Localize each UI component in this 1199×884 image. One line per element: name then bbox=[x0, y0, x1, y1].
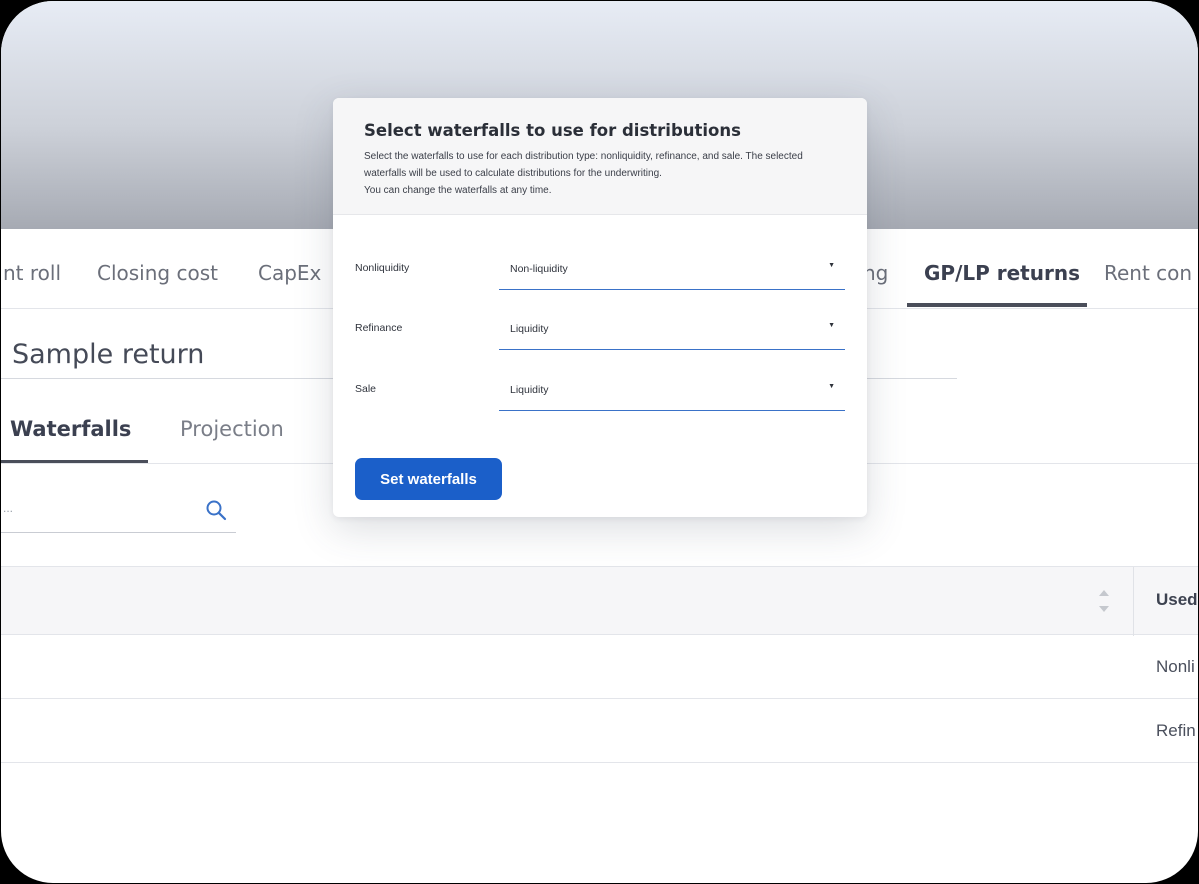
table-row[interactable]: Refin bbox=[1, 699, 1198, 763]
field-refinance: Refinance Liquidity ▼ bbox=[333, 310, 867, 350]
field-sale: Sale Liquidity ▼ bbox=[333, 371, 867, 411]
tab-rent-comps[interactable]: Rent con bbox=[1104, 261, 1192, 285]
sort-icon[interactable] bbox=[1098, 585, 1110, 622]
column-header-used[interactable]: Used bbox=[1156, 590, 1198, 610]
app-frame: nt roll Closing cost CapEx ng GP/LP retu… bbox=[1, 1, 1198, 883]
caret-down-icon: ▼ bbox=[828, 322, 835, 329]
select-value: Non-liquidity bbox=[510, 263, 568, 275]
tab-gp-lp-returns[interactable]: GP/LP returns bbox=[924, 261, 1080, 285]
page-title: Sample return bbox=[12, 339, 205, 370]
cell-used: Nonli bbox=[1156, 657, 1195, 676]
cell-used: Refin bbox=[1156, 721, 1196, 740]
tab-projection[interactable]: Projection bbox=[180, 417, 284, 441]
caret-down-icon: ▼ bbox=[828, 262, 835, 269]
dialog-description-note: You can change the waterfalls at any tim… bbox=[364, 185, 552, 196]
select-value: Liquidity bbox=[510, 384, 549, 396]
tab-rent-roll[interactable]: nt roll bbox=[3, 261, 61, 285]
column-divider bbox=[1133, 567, 1134, 636]
select-value: Liquidity bbox=[510, 323, 549, 335]
field-label: Nonliquidity bbox=[355, 262, 410, 274]
tab-capex[interactable]: CapEx bbox=[258, 261, 321, 285]
select-waterfalls-dialog: Select waterfalls to use for distributio… bbox=[333, 98, 867, 517]
tab-waterfalls[interactable]: Waterfalls bbox=[10, 417, 131, 441]
dialog-header: Select waterfalls to use for distributio… bbox=[333, 98, 867, 215]
dialog-title: Select waterfalls to use for distributio… bbox=[364, 121, 741, 140]
table-header: Used bbox=[1, 566, 1198, 636]
search-placeholder: ... bbox=[3, 501, 14, 515]
tab-closing-cost[interactable]: Closing cost bbox=[97, 261, 218, 285]
set-waterfalls-button[interactable]: Set waterfalls bbox=[355, 458, 502, 500]
field-nonliquidity: Nonliquidity Non-liquidity ▼ bbox=[333, 250, 867, 290]
sale-select[interactable]: Liquidity ▼ bbox=[499, 371, 845, 411]
field-label: Refinance bbox=[355, 322, 403, 334]
dialog-description-text: Select the waterfalls to use for each di… bbox=[364, 151, 803, 179]
field-label: Sale bbox=[355, 383, 377, 395]
caret-down-icon: ▼ bbox=[828, 383, 835, 390]
active-tab-indicator bbox=[907, 303, 1087, 307]
search-icon[interactable] bbox=[204, 498, 228, 527]
refinance-select[interactable]: Liquidity ▼ bbox=[499, 310, 845, 350]
table-row[interactable]: Nonli bbox=[1, 635, 1198, 699]
search-input[interactable]: ... bbox=[1, 489, 236, 533]
dialog-description: Select the waterfalls to use for each di… bbox=[364, 148, 834, 199]
nonliquidity-select[interactable]: Non-liquidity ▼ bbox=[499, 250, 845, 290]
